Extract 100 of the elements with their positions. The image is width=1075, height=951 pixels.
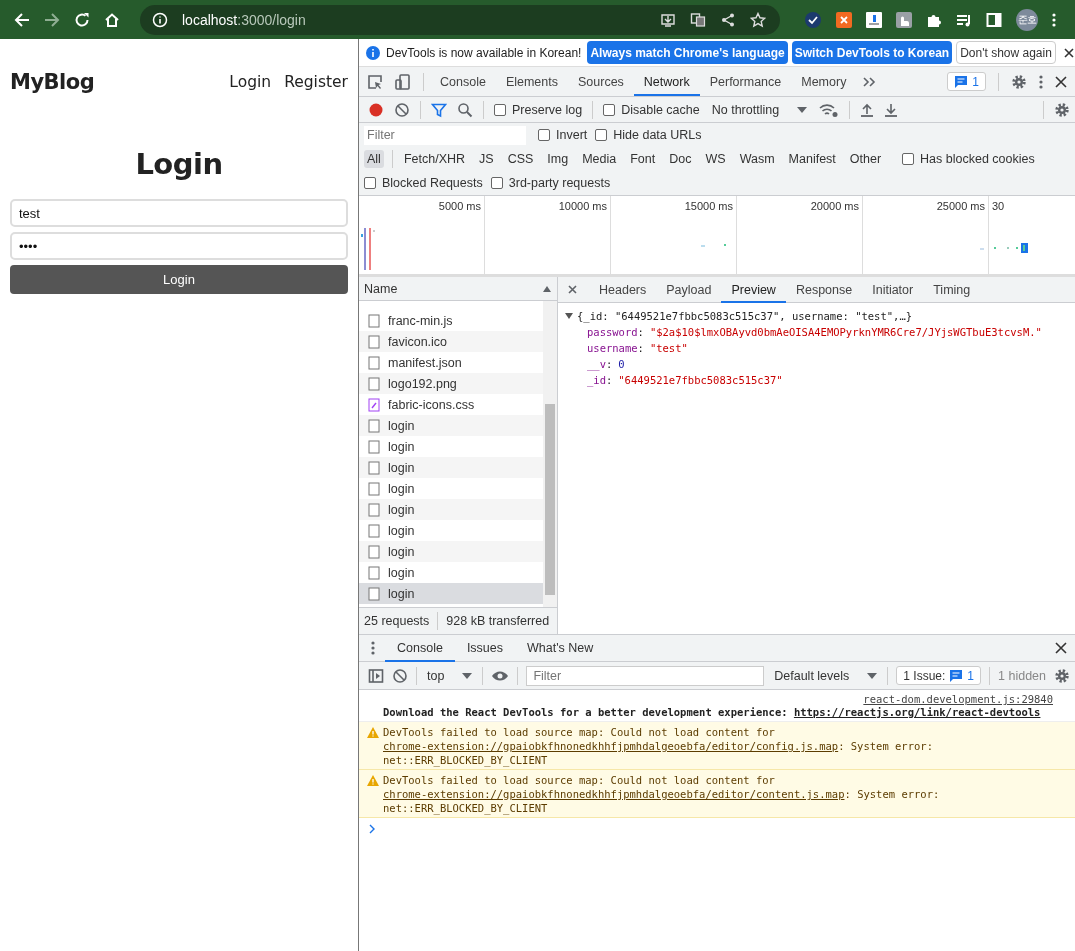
column-header[interactable]: Name bbox=[364, 281, 398, 296]
type-filter[interactable]: Wasm bbox=[736, 150, 778, 168]
infobar-button[interactable]: Don't show again bbox=[956, 41, 1056, 64]
address-bar[interactable]: localhost:3000/login bbox=[140, 4, 780, 35]
filter-field[interactable]: Filter bbox=[526, 665, 765, 686]
share-icon[interactable] bbox=[720, 11, 736, 28]
input-field[interactable]: •••• bbox=[10, 232, 348, 260]
download-icon[interactable] bbox=[884, 102, 899, 117]
menu-icon[interactable] bbox=[1039, 73, 1043, 90]
settings-icon[interactable] bbox=[1054, 101, 1070, 118]
device-icon[interactable] bbox=[395, 73, 411, 90]
sidebar-toggle-icon[interactable] bbox=[368, 667, 384, 684]
home-icon[interactable] bbox=[104, 11, 120, 28]
input-field[interactable]: test bbox=[10, 199, 348, 227]
panel-tab[interactable]: Sources bbox=[568, 67, 634, 96]
detail-tab[interactable]: Preview bbox=[721, 276, 786, 303]
extension-icon[interactable] bbox=[896, 11, 912, 28]
detail-tab[interactable]: Payload bbox=[656, 276, 722, 303]
request-row[interactable]: login bbox=[359, 457, 543, 478]
type-filter[interactable]: Font bbox=[627, 150, 659, 168]
menu-icon[interactable] bbox=[1052, 11, 1056, 28]
type-filter[interactable]: All bbox=[364, 150, 384, 168]
message-link[interactable]: chrome-extension://gpaiobkfhnonedkhhfjpmhdalgeoebfa/editor/content.js.map bbox=[383, 788, 845, 800]
message-link[interactable]: https://reactjs.org/link/react-devtools bbox=[793, 706, 1041, 718]
star-icon[interactable] bbox=[750, 11, 766, 28]
login-button[interactable]: Login bbox=[10, 265, 348, 294]
issues-button[interactable]: 1 Issue: 1 bbox=[896, 666, 982, 685]
issues-button[interactable]: 1 bbox=[947, 72, 986, 91]
eye-icon[interactable] bbox=[491, 669, 510, 682]
request-row[interactable]: login bbox=[359, 415, 543, 436]
drawer-tab[interactable]: What's New bbox=[515, 634, 606, 662]
clear-icon[interactable] bbox=[394, 101, 410, 118]
checkbox[interactable]: Hide data URLs bbox=[595, 128, 702, 142]
filter-field[interactable]: Filter bbox=[364, 125, 526, 145]
expand-triangle-icon[interactable] bbox=[565, 312, 573, 320]
panel-tab[interactable]: Elements bbox=[495, 67, 568, 96]
type-filter[interactable]: Other bbox=[846, 150, 885, 168]
close-icon[interactable] bbox=[568, 285, 577, 294]
close-icon[interactable] bbox=[1055, 75, 1067, 88]
panel-tab[interactable]: Performance bbox=[699, 67, 792, 96]
request-row[interactable]: logo192.png bbox=[359, 373, 543, 394]
close-icon[interactable] bbox=[1063, 47, 1074, 58]
context-select[interactable]: top bbox=[425, 668, 475, 683]
extension-icon[interactable] bbox=[866, 11, 882, 28]
request-row[interactable]: login bbox=[359, 583, 543, 604]
scrollbar[interactable] bbox=[543, 301, 557, 607]
infobar-button[interactable]: Switch DevTools to Korean bbox=[791, 41, 953, 64]
source-link[interactable]: react-dom.development.js:29840 bbox=[863, 693, 1053, 705]
filter-icon[interactable] bbox=[431, 101, 447, 118]
extension-icon[interactable] bbox=[836, 11, 852, 28]
checkbox[interactable]: 3rd-party requests bbox=[490, 176, 611, 190]
checkbox[interactable]: Has blocked cookies bbox=[902, 152, 1035, 166]
scroll-up-icon[interactable] bbox=[543, 285, 551, 292]
drawer-tab[interactable]: Issues bbox=[454, 634, 515, 662]
nav-link[interactable]: Login bbox=[229, 73, 272, 91]
side-panel-icon[interactable] bbox=[986, 11, 1002, 28]
checkbox[interactable]: Disable cache bbox=[603, 102, 700, 117]
type-filter[interactable]: Doc bbox=[666, 150, 695, 168]
extension-icon[interactable] bbox=[804, 10, 822, 29]
request-row[interactable]: login bbox=[359, 541, 543, 562]
detail-tab[interactable]: Headers bbox=[589, 276, 657, 303]
menu-icon[interactable] bbox=[371, 640, 375, 656]
site-logo[interactable]: MyBlog bbox=[10, 70, 95, 94]
clear-icon[interactable] bbox=[392, 667, 408, 684]
message-link[interactable]: chrome-extension://gpaiobkfhnonedkhhfjpmhdalgeoebfa/editor/config.js.map bbox=[383, 740, 839, 752]
request-row[interactable]: favicon.ico bbox=[359, 331, 543, 352]
checkbox[interactable]: Invert bbox=[538, 128, 588, 142]
request-row[interactable]: login bbox=[359, 499, 543, 520]
throttling-select[interactable]: No throttling bbox=[709, 102, 810, 117]
translate-icon[interactable] bbox=[690, 11, 706, 28]
type-filter[interactable]: JS bbox=[476, 150, 497, 168]
install-icon[interactable] bbox=[660, 11, 676, 28]
detail-tab[interactable]: Timing bbox=[923, 276, 981, 303]
settings-icon[interactable] bbox=[1054, 667, 1070, 684]
panel-tab[interactable]: Memory bbox=[791, 67, 857, 96]
infobar-button[interactable]: Always match Chrome's language bbox=[587, 41, 788, 64]
type-filter[interactable]: Media bbox=[579, 150, 620, 168]
detail-tab[interactable]: Response bbox=[785, 276, 863, 303]
avatar[interactable]: 준호 bbox=[1016, 8, 1038, 31]
more-tabs-icon[interactable] bbox=[862, 75, 877, 88]
type-filter[interactable]: Manifest bbox=[785, 150, 839, 168]
panel-tab[interactable]: Console bbox=[430, 67, 496, 96]
upload-icon[interactable] bbox=[860, 102, 875, 117]
nav-link[interactable]: Register bbox=[284, 73, 348, 91]
checkbox[interactable]: Preserve log bbox=[494, 102, 583, 117]
levels-select[interactable]: Default levels bbox=[772, 668, 880, 683]
type-filter[interactable]: Img bbox=[544, 150, 572, 168]
search-icon[interactable] bbox=[457, 101, 473, 118]
type-filter[interactable]: WS bbox=[702, 150, 729, 168]
reload-icon[interactable] bbox=[74, 11, 90, 28]
prompt-icon[interactable] bbox=[369, 824, 375, 834]
network-conditions-icon[interactable] bbox=[819, 101, 840, 118]
type-filter[interactable]: CSS bbox=[504, 150, 537, 168]
settings-icon[interactable] bbox=[1011, 73, 1027, 90]
close-icon[interactable] bbox=[1055, 642, 1067, 654]
record-icon[interactable] bbox=[368, 101, 384, 118]
checkbox[interactable]: Blocked Requests bbox=[364, 176, 483, 190]
detail-tab[interactable]: Initiator bbox=[862, 276, 924, 303]
back-icon[interactable] bbox=[14, 11, 30, 28]
inspect-icon[interactable] bbox=[367, 73, 383, 90]
